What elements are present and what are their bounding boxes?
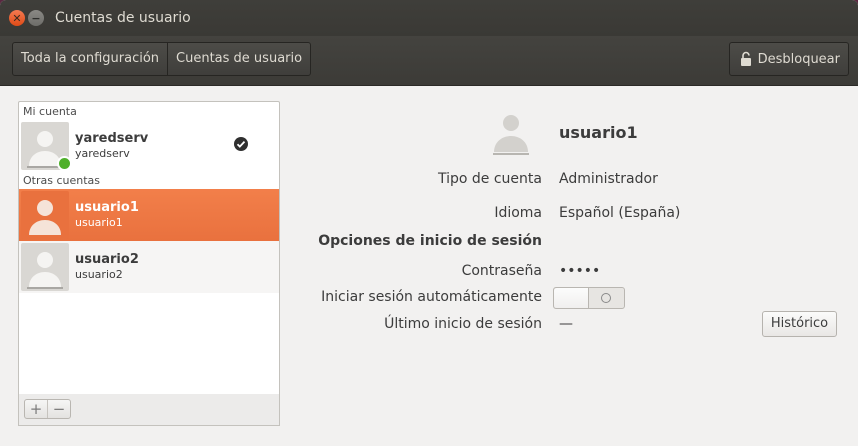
- account-login: yaredserv: [75, 147, 130, 160]
- logged-in-check-icon: [234, 137, 248, 151]
- minimize-icon: −: [31, 11, 41, 25]
- account-row-usuario1[interactable]: usuario1 usuario1: [19, 189, 279, 241]
- unlock-button[interactable]: Desbloquear: [728, 42, 849, 76]
- close-window-button[interactable]: ✕: [9, 10, 25, 26]
- my-account-heading: Mi cuenta: [23, 105, 77, 118]
- switch-off-icon: [601, 293, 611, 303]
- avatar: [21, 243, 69, 291]
- add-user-button[interactable]: +: [25, 400, 47, 418]
- last-login-value: —: [559, 316, 573, 332]
- user-accounts-window: ✕ − Cuentas de usuario Toda la configura…: [0, 0, 858, 446]
- add-remove-group: + −: [24, 399, 71, 419]
- breadcrumb-user-accounts[interactable]: Cuentas de usuario: [168, 43, 310, 75]
- user-silhouette-icon: [29, 200, 61, 235]
- account-type-label: Tipo de cuenta: [438, 171, 542, 187]
- last-login-label: Último inicio de sesión: [384, 316, 542, 332]
- password-value[interactable]: •••••: [559, 263, 600, 279]
- avatar: [21, 191, 69, 239]
- login-options-heading: Opciones de inicio de sesión: [318, 233, 542, 249]
- account-login: usuario2: [75, 268, 123, 281]
- language-value[interactable]: Español (España): [559, 205, 680, 221]
- unlock-label: Desbloquear: [757, 51, 840, 67]
- language-label: Idioma: [494, 205, 542, 221]
- account-login: usuario1: [75, 216, 123, 229]
- title-bar: ✕ − Cuentas de usuario: [0, 0, 858, 36]
- account-row-yaredserv[interactable]: yaredserv yaredserv: [19, 120, 279, 172]
- user-full-name[interactable]: usuario1: [559, 123, 638, 142]
- window-title: Cuentas de usuario: [55, 10, 191, 26]
- account-name: usuario2: [75, 252, 139, 267]
- header-bar: Toda la configuración Cuentas de usuario…: [0, 36, 858, 86]
- account-type-value[interactable]: Administrador: [559, 171, 658, 187]
- accounts-list: Mi cuenta yaredserv yaredserv Otras cuen…: [18, 101, 280, 396]
- user-avatar-icon[interactable]: [490, 110, 532, 156]
- breadcrumb-all-settings[interactable]: Toda la configuración: [13, 43, 169, 75]
- lock-icon: [740, 51, 751, 66]
- online-status-badge: [57, 156, 72, 171]
- password-label: Contraseña: [461, 263, 542, 279]
- switch-knob: [554, 288, 589, 308]
- remove-user-button[interactable]: −: [47, 400, 70, 418]
- close-icon: ✕: [12, 11, 22, 25]
- account-row-usuario2[interactable]: usuario2 usuario2: [19, 241, 279, 293]
- user-silhouette-icon: [27, 252, 63, 289]
- other-accounts-heading: Otras cuentas: [23, 174, 101, 187]
- accounts-toolbar: + −: [18, 394, 280, 426]
- breadcrumb: Toda la configuración Cuentas de usuario: [12, 42, 312, 76]
- history-button[interactable]: Histórico: [762, 311, 837, 337]
- autologin-label: Iniciar sesión automáticamente: [321, 289, 542, 305]
- account-name: yaredserv: [75, 131, 149, 146]
- minimize-window-button[interactable]: −: [28, 10, 44, 26]
- autologin-switch[interactable]: [553, 287, 625, 309]
- account-name: usuario1: [75, 200, 139, 215]
